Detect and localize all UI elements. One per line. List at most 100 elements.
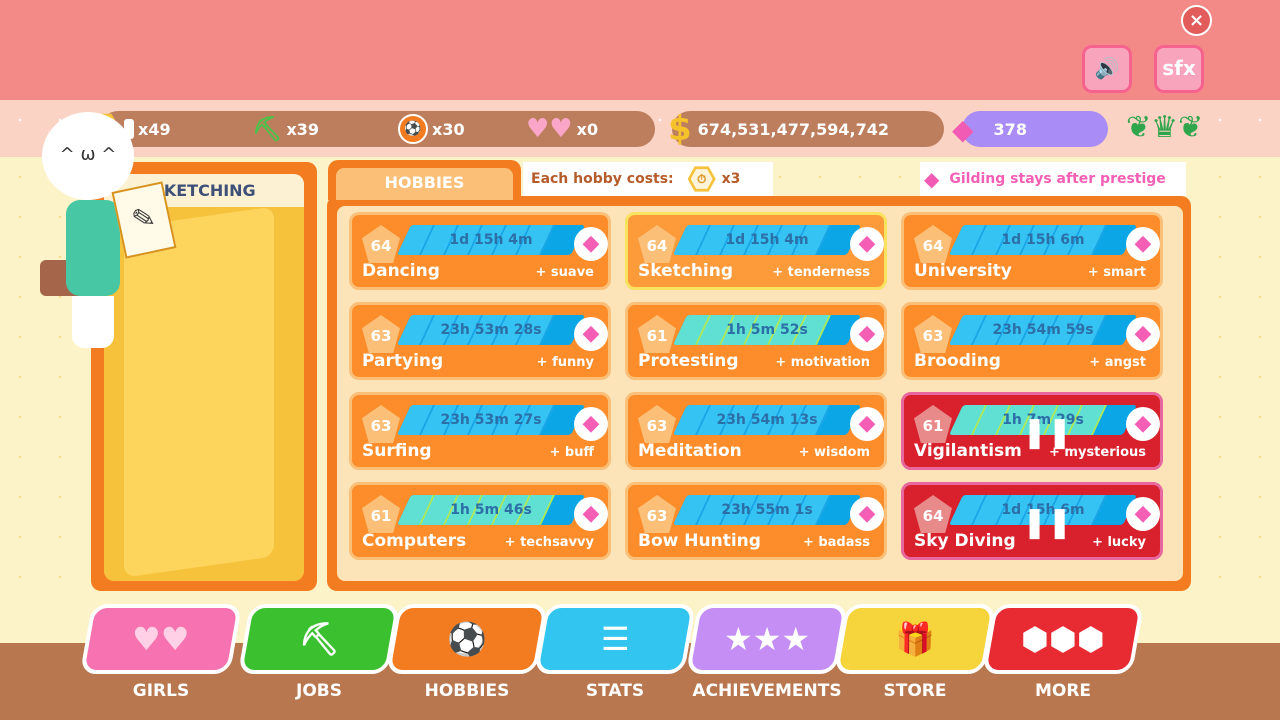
gild-gem-button[interactable]: ◆ (574, 497, 608, 531)
hobby-timer: 1d 15h 4m (449, 232, 533, 248)
gild-gem-button[interactable]: ◆ (850, 317, 884, 351)
gild-gem-button[interactable]: ◆ (1126, 317, 1160, 351)
hobby-card[interactable]: 61 1h 5m 52s ◆ Protesting + motivation (625, 302, 887, 380)
gild-gem-button[interactable]: ◆ (1126, 407, 1160, 441)
close-button[interactable]: × (1181, 5, 1212, 36)
gem-resource[interactable]: ◆ 378 (952, 112, 1027, 146)
hobby-card[interactable]: 63 23h 54m 59s ◆ Brooding + angst (901, 302, 1163, 380)
hobby-card[interactable]: 61 1h 7m 29s ◆ Vigilantism + mysterious ❚❚ (901, 392, 1163, 470)
level-badge: 64 (914, 225, 952, 263)
nav-stats-label: STATS (585, 681, 645, 701)
money-resource: $ 674,531,477,594,742 (668, 109, 889, 149)
cost-value: x3 (721, 171, 741, 187)
hobby-card[interactable]: 63 23h 53m 28s ◆ Partying + funny (349, 302, 611, 380)
hobby-card[interactable]: 64 1d 15h 6m ◆ Sky Diving + lucky ❚❚ (901, 482, 1163, 560)
hearts-icon: ♥♥ (526, 114, 573, 144)
tab-hobbies[interactable]: HOBBIES (328, 160, 521, 200)
gild-gem-button[interactable]: ◆ (850, 407, 884, 441)
crown-wings-icon[interactable]: ❦♛❦ (1126, 108, 1203, 148)
level-badge: 61 (914, 405, 952, 443)
level-badge: 64 (638, 225, 676, 263)
hobby-card[interactable]: 64 1d 15h 4m ◆ Sketching + tenderness (625, 212, 887, 290)
hobby-card[interactable]: 63 23h 54m 13s ◆ Meditation + wisdom (625, 392, 887, 470)
cost-text: Each hobby costs: (531, 171, 674, 187)
gift-icon: 🎁 (895, 620, 935, 658)
stars-icon: ★★★ (723, 620, 811, 658)
nav-girls-button[interactable]: ♥♥ (79, 604, 243, 674)
hobby-timer: 23h 55m 1s (721, 502, 813, 518)
level-badge: 63 (362, 315, 400, 353)
speaker-icon: 🔊 (1094, 56, 1120, 80)
hobby-card[interactable]: 61 1h 5m 46s ◆ Computers + techsavvy (349, 482, 611, 560)
nav-achievements-button[interactable]: ★★★ (685, 604, 849, 674)
hobby-card[interactable]: 63 23h 53m 27s ◆ Surfing + buff (349, 392, 611, 470)
gild-text: Gilding stays after prestige (949, 171, 1166, 187)
soccer-ball-icon: ⚽ (398, 114, 428, 144)
hobby-bonus: + tenderness (772, 265, 870, 280)
girl-face: ^ ω ^ (59, 144, 117, 165)
level-badge: 64 (914, 495, 952, 533)
clock-icon: ⏱ (687, 166, 716, 192)
hobby-timer: 23h 53m 28s (440, 322, 542, 338)
level-badge: 63 (638, 405, 676, 443)
nav-jobs-button[interactable]: ⛏ (237, 604, 401, 674)
hobby-bonus: + techsavvy (504, 535, 594, 550)
nav-girls-label: GIRLS (132, 681, 190, 701)
hobby-name: Computers (362, 531, 467, 551)
nav-jobs-label: JOBS (296, 681, 342, 701)
sfx-button[interactable]: sfx (1154, 45, 1204, 93)
shovel-resource: ⛏ x39 (252, 113, 319, 145)
gild-gem-button[interactable]: ◆ (574, 407, 608, 441)
gild-gem-button[interactable]: ◆ (1126, 227, 1160, 261)
hobby-name: Protesting (638, 351, 739, 371)
hobby-name: Bow Hunting (638, 531, 761, 551)
hobby-progress-bar: 23h 55m 1s (673, 495, 861, 525)
card-shine (124, 207, 274, 578)
hobby-bonus: + smart (1087, 265, 1146, 280)
ball-count: x30 (432, 119, 465, 139)
hobby-name: University (914, 261, 1012, 281)
hobby-name: Dancing (362, 261, 440, 281)
hobby-progress-bar: 1d 15h 6m (949, 225, 1137, 255)
gild-gem-button[interactable]: ◆ (850, 227, 884, 261)
pause-icon[interactable]: ❚❚ (1022, 505, 1072, 540)
shovel-icon: ⛏ (252, 115, 283, 143)
gild-gem-button[interactable]: ◆ (574, 317, 608, 351)
hobby-bonus: + suave (535, 265, 594, 280)
hobby-progress-bar: 23h 54m 59s (949, 315, 1137, 345)
hobby-bonus: + funny (536, 355, 594, 370)
shovel-count: x39 (286, 119, 320, 139)
nav-store-button[interactable]: 🎁 (833, 604, 997, 674)
hobby-name: Meditation (638, 441, 742, 461)
hobby-card[interactable]: 64 1d 15h 4m ◆ Dancing + suave (349, 212, 611, 290)
hobby-bonus: + angst (1089, 355, 1146, 370)
ball-resource: ⚽ x30 (398, 113, 465, 145)
girl-card (104, 207, 304, 581)
hobby-card[interactable]: 63 23h 55m 1s ◆ Bow Hunting + badass (625, 482, 887, 560)
level-badge: 63 (914, 315, 952, 353)
gem-count: 378 (993, 119, 1027, 139)
pause-icon[interactable]: ❚❚ (1022, 415, 1072, 450)
hobby-cost-info: Each hobby costs: ⏱ x3 (523, 162, 773, 196)
sound-button[interactable]: 🔊 (1082, 45, 1132, 93)
heart-count: x0 (576, 119, 599, 139)
gem-icon: ◆ (952, 112, 974, 146)
hobby-timer: 23h 54m 13s (716, 412, 818, 428)
hearts-icon: ♥♥ (132, 620, 190, 658)
hobby-bonus: + lucky (1092, 535, 1146, 550)
hobby-bonus: + wisdom (798, 445, 870, 460)
gild-gem-button[interactable]: ◆ (1126, 497, 1160, 531)
nav-more-button[interactable]: ⬢⬢⬢ (981, 604, 1145, 674)
nav-stats-button[interactable]: ☰ (533, 604, 697, 674)
hobby-bonus: + motivation (775, 355, 870, 370)
level-badge: 63 (362, 405, 400, 443)
girl-body (66, 200, 120, 296)
shovel-icon: ⛏ (298, 620, 340, 658)
hobby-card[interactable]: 64 1d 15h 6m ◆ University + smart (901, 212, 1163, 290)
soccer-ball-icon: ⚽ (447, 620, 487, 658)
nav-hobbies-button[interactable]: ⚽ (385, 604, 549, 674)
money-amount: 674,531,477,594,742 (697, 119, 889, 139)
gild-gem-button[interactable]: ◆ (850, 497, 884, 531)
gild-gem-button[interactable]: ◆ (574, 227, 608, 261)
level-badge: 61 (638, 315, 676, 353)
